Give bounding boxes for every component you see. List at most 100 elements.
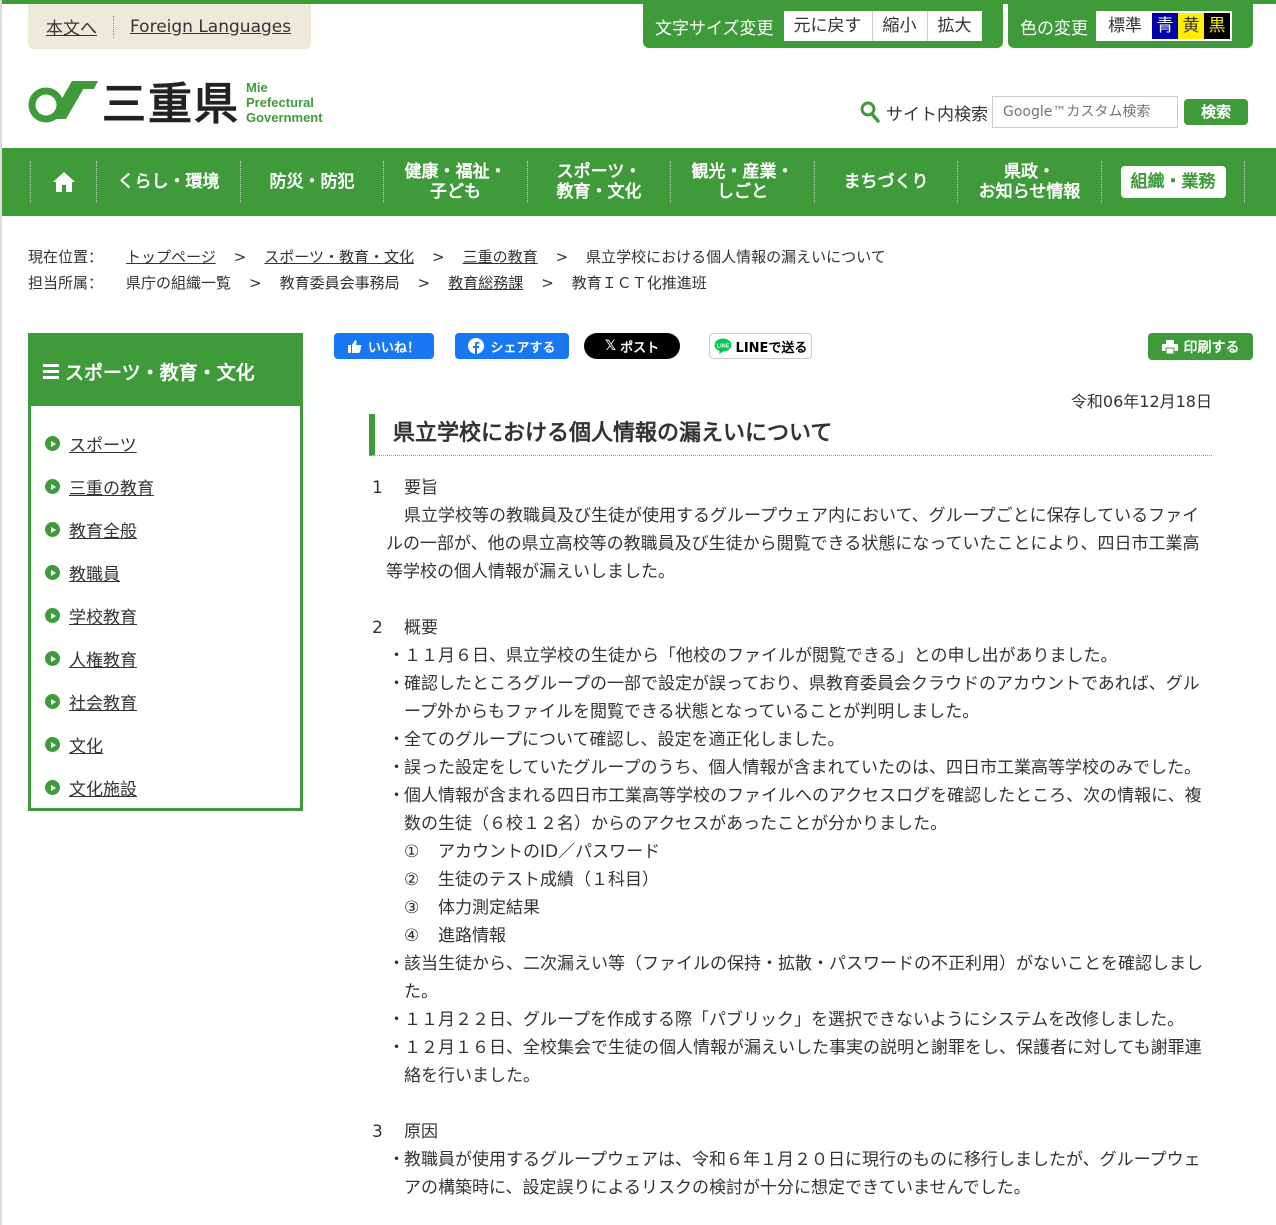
printer-icon <box>1161 339 1178 354</box>
bullet: ・ <box>388 786 405 806</box>
logo-en-line: Prefectural <box>246 94 314 110</box>
bullet: ・ <box>388 954 405 974</box>
color-standard-button[interactable]: 標準 <box>1098 13 1152 39</box>
list-item-text: 該当生徒から、二次漏えい等（ファイルの保持・拡散・パスワードの不正利用）がないこ… <box>404 954 1203 1002</box>
bullet-arrow-icon <box>45 608 60 623</box>
breadcrumb-current: 現在位置： トップページ > スポーツ・教育・文化 > 三重の教育 > 県立学校… <box>28 244 886 270</box>
line-share-button[interactable]: LINE LINEで送る <box>709 333 812 359</box>
sidebar-item-link[interactable]: スポーツ <box>69 431 137 456</box>
sidebar-item-link[interactable]: 三重の教育 <box>69 474 154 499</box>
bullet: ・ <box>388 646 405 666</box>
department-link[interactable]: 教育総務課 <box>448 270 523 296</box>
sub-number: ② <box>404 870 420 890</box>
list-item-text: １２月１６日、全校集会で生徒の個人情報が漏えいした事実の説明と謝罪をし、保護者に… <box>404 1038 1202 1086</box>
nav-kenkou[interactable]: 健康・福祉・ 子ども <box>383 161 527 203</box>
nav-machizukuri[interactable]: まちづくり <box>814 161 957 203</box>
sidebar-item-link[interactable]: 社会教育 <box>69 689 137 714</box>
sidebar-list: スポーツ 三重の教育 教育全般 教職員 学校教育 人権教育 社会教育 文化 文化… <box>31 406 300 809</box>
list-item-text: 確認したところグループの一部で設定が誤っており、県教育委員会クラウドのアカウント… <box>404 674 1200 722</box>
sidebar: スポーツ・教育・文化 スポーツ 三重の教育 教育全般 教職員 学校教育 人権教育… <box>28 333 303 811</box>
list-item-text: １１月６日、県立学校の生徒から「他校のファイルが閲覧できる」との申し出がありまし… <box>404 646 1118 666</box>
list-item: ・該当生徒から、二次漏えい等（ファイルの保持・拡散・パスワードの不正利用）がない… <box>372 950 1212 1006</box>
bullet: ・ <box>388 674 405 694</box>
sidebar-item-link[interactable]: 文化 <box>69 732 103 757</box>
search-button[interactable]: 検索 <box>1184 99 1248 125</box>
section-number: 1 <box>372 478 383 498</box>
sub-list-item: ③ 体力測定結果 <box>372 894 1212 922</box>
breadcrumb-separator: > <box>233 248 247 266</box>
sidebar-item-link[interactable]: 人権教育 <box>69 646 137 671</box>
sidebar-item: 教職員 <box>45 551 300 594</box>
sidebar-item-link[interactable]: 学校教育 <box>69 603 137 628</box>
sidebar-item-link[interactable]: 文化施設 <box>69 775 137 800</box>
search-input[interactable] <box>992 96 1178 128</box>
sub-text: 進路情報 <box>438 926 506 946</box>
foreign-languages-link[interactable]: Foreign Languages <box>130 17 291 37</box>
list-item-text: 個人情報が含まれる四日市工業高等学校のファイルへのアクセスログを確認したところ、… <box>404 786 1202 834</box>
bullet: ・ <box>388 1038 405 1058</box>
nav-home[interactable] <box>30 161 96 203</box>
color-blue-button[interactable]: 青 <box>1152 13 1178 39</box>
sidebar-item-link[interactable]: 教職員 <box>69 560 120 585</box>
list-item-text: 教職員が使用するグループウェアは、令和６年１月２０日に現行のものに移行しましたが… <box>404 1150 1201 1198</box>
section-number: 3 <box>372 1122 383 1142</box>
section-number: 2 <box>372 618 383 638</box>
color-yellow-button[interactable]: 黄 <box>1178 13 1204 39</box>
print-button[interactable]: 印刷する <box>1148 333 1253 360</box>
facebook-share-button[interactable]: シェアする <box>455 333 569 359</box>
font-size-smaller-button[interactable]: 縮小 <box>871 11 927 41</box>
bullet-arrow-icon <box>45 479 60 494</box>
list-item: ・全てのグループについて確認し、設定を適正化しました。 <box>372 726 1212 754</box>
x-post-button[interactable]: 𝕏 ポスト <box>584 333 680 359</box>
breadcrumb-separator: > <box>541 274 554 292</box>
breadcrumb-separator: > <box>249 274 262 292</box>
breadcrumb-separator: > <box>431 248 445 266</box>
bullet-arrow-icon <box>45 651 60 666</box>
nav-bousai[interactable]: 防災・防犯 <box>240 161 383 203</box>
sub-number: ④ <box>404 926 420 946</box>
nav-sports[interactable]: スポーツ・ 教育・文化 <box>527 161 670 203</box>
color-change-control: 色の変更 標準 青 黄 黒 <box>1008 4 1253 48</box>
font-size-reset-button[interactable]: 元に戻す <box>784 11 872 41</box>
logo-en-line: Mie <box>246 79 268 95</box>
sub-text: 生徒のテスト成績（１科目） <box>438 870 659 890</box>
facebook-like-button[interactable]: いいね！ <box>334 333 434 359</box>
line-icon: LINE <box>714 338 732 354</box>
list-item-text: １１月２２日、グループを作成する際「パブリック」を選択できないようにシステムを改… <box>404 1010 1185 1030</box>
list-item: ・ １２月１６日、全校集会で生徒の個人情報が漏えいした事実の説明と謝罪をし、保護者… <box>372 1034 1212 1090</box>
sidebar-item: 学校教育 <box>45 594 300 637</box>
nav-kankou[interactable]: 観光・産業・ しごと <box>670 161 814 203</box>
font-size-larger-button[interactable]: 拡大 <box>926 11 982 41</box>
site-logo[interactable]: 三重県 Mie Prefectural Government <box>28 68 323 132</box>
divider <box>113 15 114 38</box>
site-search: サイト内検索 検索 <box>860 96 1248 128</box>
global-nav: くらし・環境 防災・防犯 健康・福祉・ 子ども スポーツ・ 教育・文化 観光・産… <box>2 148 1276 216</box>
color-change-label: 色の変更 <box>1020 18 1088 39</box>
skip-to-content-link[interactable]: 本文へ <box>46 14 97 39</box>
search-label: サイト内検索 <box>886 104 988 125</box>
nav-kurashi[interactable]: くらし・環境 <box>96 161 240 203</box>
sub-text: アカウントのID／パスワード <box>438 842 661 862</box>
sidebar-item-link[interactable]: 教育全般 <box>69 517 137 542</box>
font-size-label: 文字サイズ変更 <box>655 18 774 39</box>
breadcrumb-link[interactable]: 三重の教育 <box>463 244 538 270</box>
home-icon <box>52 172 75 192</box>
list-item: ・ １１月２２日、グループを作成する際「パブリック」を選択できないようにシステムを… <box>372 1006 1212 1034</box>
print-label: 印刷する <box>1183 339 1240 356</box>
breadcrumb: 現在位置： トップページ > スポーツ・教育・文化 > 三重の教育 > 県立学校… <box>28 244 886 296</box>
breadcrumb-link[interactable]: スポーツ・教育・文化 <box>264 244 414 270</box>
paragraph: 県立学校等の教職員及び生徒が使用するグループウェア内において、グループごとに保存… <box>386 506 1200 582</box>
publish-date: 令和06年12月18日 <box>1070 392 1212 411</box>
section-title: 要旨 <box>404 478 438 498</box>
nav-kensei[interactable]: 県政・ お知らせ情報 <box>957 161 1101 203</box>
logo-english: Mie Prefectural Government <box>246 80 323 125</box>
search-icon <box>860 101 880 123</box>
facebook-icon <box>468 338 485 354</box>
nav-org-button[interactable]: 組織・業務 <box>1120 166 1226 198</box>
department-item: 教育委員会事務局 <box>279 274 400 292</box>
color-black-button[interactable]: 黒 <box>1204 13 1230 39</box>
sidebar-item: 文化施設 <box>45 766 300 809</box>
breadcrumb-link[interactable]: トップページ <box>126 244 216 270</box>
post-label: ポスト <box>620 340 660 356</box>
sidebar-title: スポーツ・教育・文化 <box>31 336 300 406</box>
